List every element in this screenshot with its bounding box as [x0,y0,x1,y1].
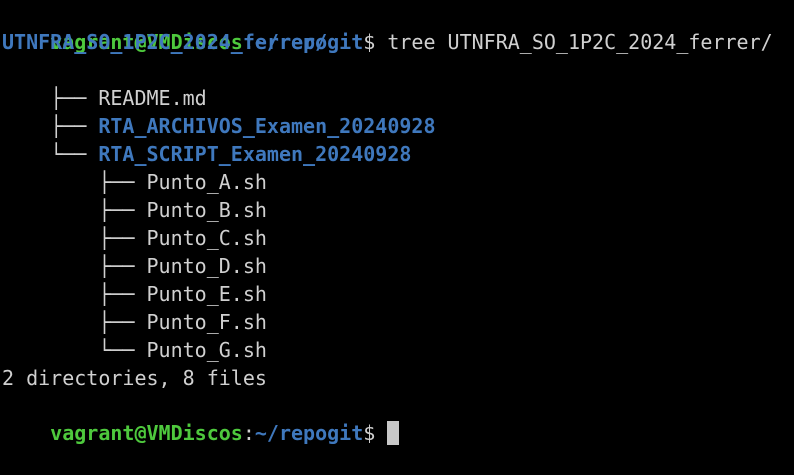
prompt-user-host: vagrant@VMDiscos [50,421,243,445]
tree-entry: ├── Punto_C.sh [2,196,267,250]
tree-entry: ├── Punto_F.sh [2,280,267,334]
tree-entry: ├── Punto_D.sh [2,224,267,278]
tree-entry: ├── README.md [2,56,207,110]
tree-file-name: Punto_G.sh [146,338,267,362]
tree-entry: └── RTA_SCRIPT_Examen_20240928 [2,112,411,166]
tree-entry: ├── Punto_A.sh [2,140,267,194]
active-prompt-line[interactable]: vagrant@VMDiscos:~/repogit$ [2,391,400,445]
tree-entry: └── Punto_G.sh [2,308,267,362]
command-text: tree UTNFRA_SO_1P2C_2024_ferrer/ [375,30,773,54]
terminal-window[interactable]: vagrant@VMDiscos:~/repogit$ tree UTNFRA_… [0,0,794,445]
prompt-symbol: $ [363,421,376,445]
prompt-separator: : [242,421,255,445]
tree-branch: └── [50,338,147,362]
tree-entry: ├── Punto_B.sh [2,168,267,222]
tree-entry: ├── Punto_E.sh [2,252,267,306]
command-line: vagrant@VMDiscos:~/repogit$ tree UTNFRA_… [2,0,772,54]
tree-summary: 2 directories, 8 files [2,366,267,390]
prompt-symbol: $ [363,30,376,54]
cursor-block[interactable] [387,421,400,445]
tree-root: UTNFRA_SO_1P2C_2024_ferrer/ [2,30,328,54]
prompt-cwd: ~/repogit [254,421,364,445]
tree-entry: ├── RTA_ARCHIVOS_Examen_20240928 [2,84,435,138]
